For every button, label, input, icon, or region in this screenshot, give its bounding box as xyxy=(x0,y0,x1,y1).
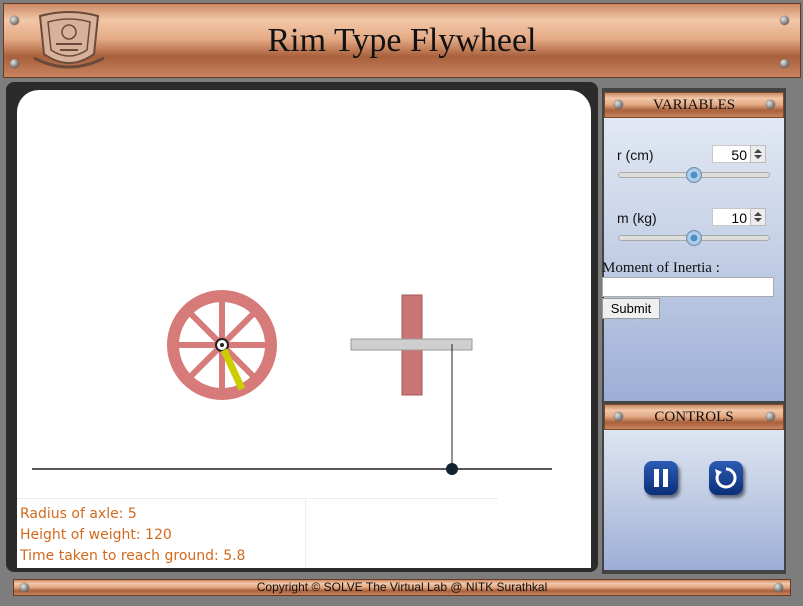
submit-button[interactable]: Submit xyxy=(602,298,660,319)
pause-icon xyxy=(654,469,668,487)
variables-panel: VARIABLES r (cm) 50 m (kg) 10 Moment of … xyxy=(602,92,784,401)
copyright-text: Copyright © SOLVE The Virtual Lab @ NITK… xyxy=(256,580,548,594)
m-label: m (kg) xyxy=(617,210,657,226)
screw-icon xyxy=(774,583,783,592)
header-bar: Rim Type Flywheel xyxy=(3,3,801,78)
page-title: Rim Type Flywheel xyxy=(267,22,537,59)
hanging-weight xyxy=(446,463,458,475)
flywheel xyxy=(167,290,277,400)
info-divider xyxy=(305,500,306,568)
screw-icon xyxy=(614,412,623,421)
chevron-up-icon[interactable] xyxy=(754,149,762,153)
chevron-up-icon[interactable] xyxy=(754,212,762,216)
screw-icon xyxy=(766,412,775,421)
screw-icon xyxy=(20,583,29,592)
chevron-down-icon[interactable] xyxy=(754,155,762,159)
m-slider-thumb[interactable] xyxy=(686,230,702,246)
screw-icon xyxy=(766,100,775,109)
footer-bar: Copyright © SOLVE The Virtual Lab @ NITK… xyxy=(13,579,791,596)
simulation-canvas: Radius of axle: 5 Height of weight: 120 … xyxy=(17,90,591,568)
r-label: r (cm) xyxy=(617,147,654,163)
screw-icon xyxy=(780,59,789,68)
chevron-down-icon[interactable] xyxy=(754,218,762,222)
controls-panel: CONTROLS xyxy=(604,404,784,570)
flywheel-simulation xyxy=(32,290,552,475)
variables-heading: VARIABLES xyxy=(604,92,784,118)
pause-button[interactable] xyxy=(644,461,678,495)
info-panel: Radius of axle: 5 Height of weight: 120 … xyxy=(17,498,497,569)
moment-of-inertia-label: Moment of Inertia : xyxy=(602,260,720,276)
controls-heading: CONTROLS xyxy=(604,404,784,430)
screw-icon xyxy=(614,100,623,109)
radius-of-axle: Radius of axle: 5 xyxy=(20,506,137,522)
reset-icon xyxy=(715,467,737,489)
height-of-weight: Height of weight: 120 xyxy=(20,527,172,543)
time-to-ground: Time taken to reach ground: 5.8 xyxy=(20,548,246,564)
screw-icon xyxy=(10,59,19,68)
r-stepper[interactable] xyxy=(750,145,766,163)
moment-of-inertia-input[interactable] xyxy=(602,277,774,297)
m-stepper[interactable] xyxy=(750,208,766,226)
axle-side-view xyxy=(350,338,473,351)
reset-button[interactable] xyxy=(709,461,743,495)
r-slider-thumb[interactable] xyxy=(686,167,702,183)
